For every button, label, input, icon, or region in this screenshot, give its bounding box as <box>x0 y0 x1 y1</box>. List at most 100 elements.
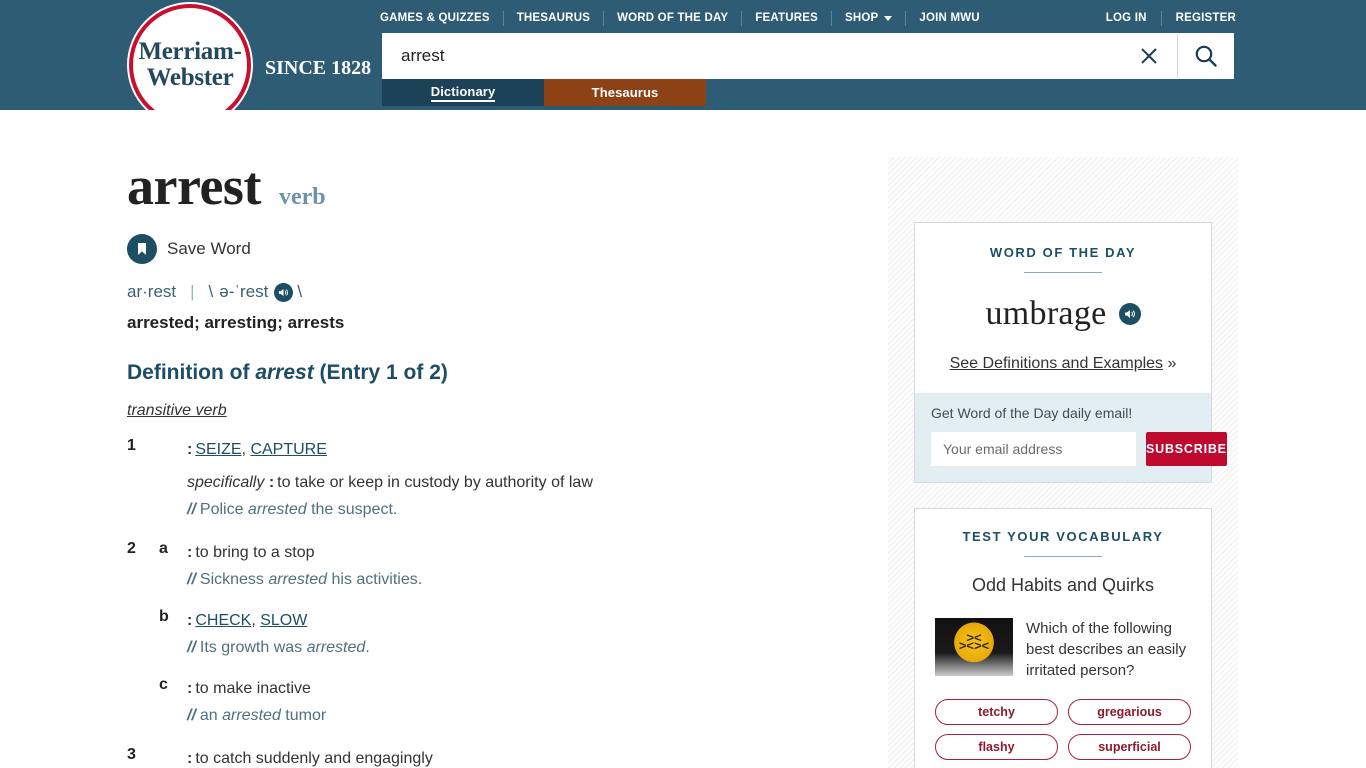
search-scope-tabs: Dictionary Thesaurus <box>382 79 706 106</box>
quiz-image: >< ><>< <box>935 618 1013 676</box>
nav-item-thesaurus[interactable]: THESAURUS <box>504 12 603 24</box>
sense-body: :to catch suddenly and engagingly //arre… <box>187 745 433 768</box>
tab-dictionary[interactable]: Dictionary <box>382 79 544 106</box>
quiz-option-superficial[interactable]: superficial <box>1068 734 1191 760</box>
divider <box>1024 556 1102 557</box>
nav-item-word-of-the-day[interactable]: WORD OF THE DAY <box>604 12 741 24</box>
sense-body: : SEIZE, CAPTURE specifically : to take or… <box>187 436 593 523</box>
syllabification: ar·rest <box>127 282 177 301</box>
definition-heading: Definition of arrest (Entry 1 of 2) <box>127 361 727 385</box>
example-sentence: //Sickness arrested his activities. <box>187 566 422 593</box>
sidebar: WORD OF THE DAY umbrage See Definitions … <box>888 157 1238 768</box>
sense-colon: : <box>187 544 193 561</box>
page-body: arrest verb Save Word ar·rest | \ ə-ˈres… <box>0 110 1366 768</box>
sense-colon: : <box>187 750 193 767</box>
wotd-definitions-link[interactable]: See Definitions and Examples » <box>915 355 1211 373</box>
quiz-option-flashy[interactable]: flashy <box>935 734 1058 760</box>
register-link[interactable]: REGISTER <box>1162 12 1236 24</box>
example-pre: Sickness <box>199 571 269 588</box>
login-link[interactable]: LOG IN <box>1092 12 1161 24</box>
pronunciation-separator: | <box>190 282 195 301</box>
sense-definition: : to bring to a stop <box>187 539 422 566</box>
example-sentence: //Its growth was arrested. <box>187 634 370 661</box>
speaker-icon[interactable] <box>1118 303 1141 325</box>
synonym-link-check[interactable]: CHECK <box>195 612 251 629</box>
example-post: tumor <box>280 707 327 724</box>
quiz-subtitle: Odd Habits and Quirks <box>971 575 1155 595</box>
sense-letter <box>159 436 187 523</box>
primary-nav: GAMES & QUIZZES THESAURUS WORD OF THE DA… <box>380 8 993 28</box>
site-logo[interactable]: Merriam- Webster SINCE 1828 <box>129 4 371 126</box>
test-your-vocabulary-card: TEST YOUR VOCABULARY Odd Habits and Quir… <box>914 508 1212 768</box>
example-sentence: //an arrested tumor <box>187 702 326 729</box>
functional-label[interactable]: transitive verb <box>127 402 227 420</box>
synonym-link-capture[interactable]: CAPTURE <box>250 441 326 458</box>
pronunciation-text: ə-ˈrest <box>219 282 269 301</box>
quiz-question-row: >< ><>< Which of the following best descr… <box>915 618 1211 681</box>
pron-open-slash: \ <box>208 282 214 301</box>
sense-letter: a <box>159 540 168 557</box>
nav-item-join-mwu[interactable]: JOIN MWU <box>906 12 992 24</box>
nav-label: SHOP <box>845 12 879 24</box>
quiz-option-gregarious[interactable]: gregarious <box>1068 699 1191 725</box>
example-post: his activities. <box>327 571 423 588</box>
word-of-the-day-card: WORD OF THE DAY umbrage See Definitions … <box>914 222 1227 483</box>
sense-number <box>127 607 159 661</box>
clear-search-button[interactable] <box>1121 34 1177 78</box>
tab-thesaurus[interactable]: Thesaurus <box>544 79 706 106</box>
save-word-button[interactable]: Save Word <box>127 234 727 264</box>
sense-2a: 2 a : to bring to a stop //Sickness arres… <box>127 539 727 593</box>
sense-colon: : <box>187 441 193 458</box>
nav-label: THESAURUS <box>516 12 591 24</box>
since-tagline: SINCE 1828 <box>265 56 372 79</box>
wotd-subscribe-block: Get Word of the Day daily email! SUBSCRI… <box>915 393 1227 482</box>
quiz-option-tetchy[interactable]: tetchy <box>935 699 1058 725</box>
quiz-options: tetchy gregarious flashy superficial <box>915 699 1211 760</box>
inflections: arrested; arresting; arrests <box>127 313 345 332</box>
sense-body: : to make inactive //an arrested tumor <box>187 675 326 729</box>
definition-heading-suffix: (Entry 1 of 2) <box>313 361 448 384</box>
pronunciation-row: ar·rest | \ ə-ˈrest \ <box>127 282 727 302</box>
example-word: arrested <box>306 639 366 656</box>
nav-label: JOIN MWU <box>919 12 980 24</box>
nav-item-shop[interactable]: SHOP <box>832 12 905 24</box>
wotd-link-suffix: » <box>1163 355 1177 372</box>
page-title: arrest <box>127 156 261 216</box>
subscribe-button[interactable]: SUBSCRIBE <box>1146 432 1227 466</box>
nav-label: GAMES & QUIZZES <box>380 12 490 24</box>
quiz-question: Which of the following best describes an… <box>1026 620 1187 679</box>
sense-colon: : <box>187 612 193 629</box>
synonym-link-seize[interactable]: SEIZE <box>195 441 241 458</box>
sense-list: 1 : SEIZE, CAPTURE specifically : to take … <box>127 436 727 768</box>
wotd-word[interactable]: umbrage <box>985 295 1106 333</box>
example-pre: Police <box>199 501 248 518</box>
sense-definition: : CHECK, SLOW <box>187 612 308 629</box>
sense-3: 3 :to catch suddenly and engagingly //ar… <box>127 745 727 768</box>
sense-number: 2 <box>127 540 136 557</box>
submit-search-button[interactable] <box>1177 34 1233 78</box>
search-input[interactable] <box>383 34 1121 78</box>
specifically-colon: : <box>268 474 275 491</box>
example-pre: Its growth was <box>199 639 307 656</box>
sense-text: to make inactive <box>195 680 311 697</box>
tab-thesaurus-label: Thesaurus <box>591 85 659 100</box>
example-marker: // <box>187 707 196 724</box>
subscribe-label: Get Word of the Day daily email! <box>931 405 1133 421</box>
example-marker: // <box>187 501 196 518</box>
sense-number: 3 <box>127 746 136 763</box>
definition-heading-word: arrest <box>255 361 314 384</box>
email-field[interactable] <box>931 432 1136 466</box>
synonym-link-slow[interactable]: SLOW <box>260 612 307 629</box>
account-nav: LOG IN REGISTER <box>1092 8 1236 28</box>
pron-close-slash: \ <box>297 282 303 301</box>
bookmark-icon <box>127 234 157 264</box>
example-post: . <box>365 639 370 656</box>
example-post: the suspect. <box>306 501 398 518</box>
sense-2b: b : CHECK, SLOW //Its growth was arrested… <box>127 607 727 661</box>
nav-item-features[interactable]: FEATURES <box>742 12 831 24</box>
example-sentence: //Police arrested the suspect. <box>187 496 593 523</box>
divider <box>1024 272 1102 273</box>
angry-face-icon: >< ><>< <box>958 630 990 654</box>
nav-item-games-quizzes[interactable]: GAMES & QUIZZES <box>380 12 503 24</box>
speaker-icon[interactable] <box>274 282 294 302</box>
